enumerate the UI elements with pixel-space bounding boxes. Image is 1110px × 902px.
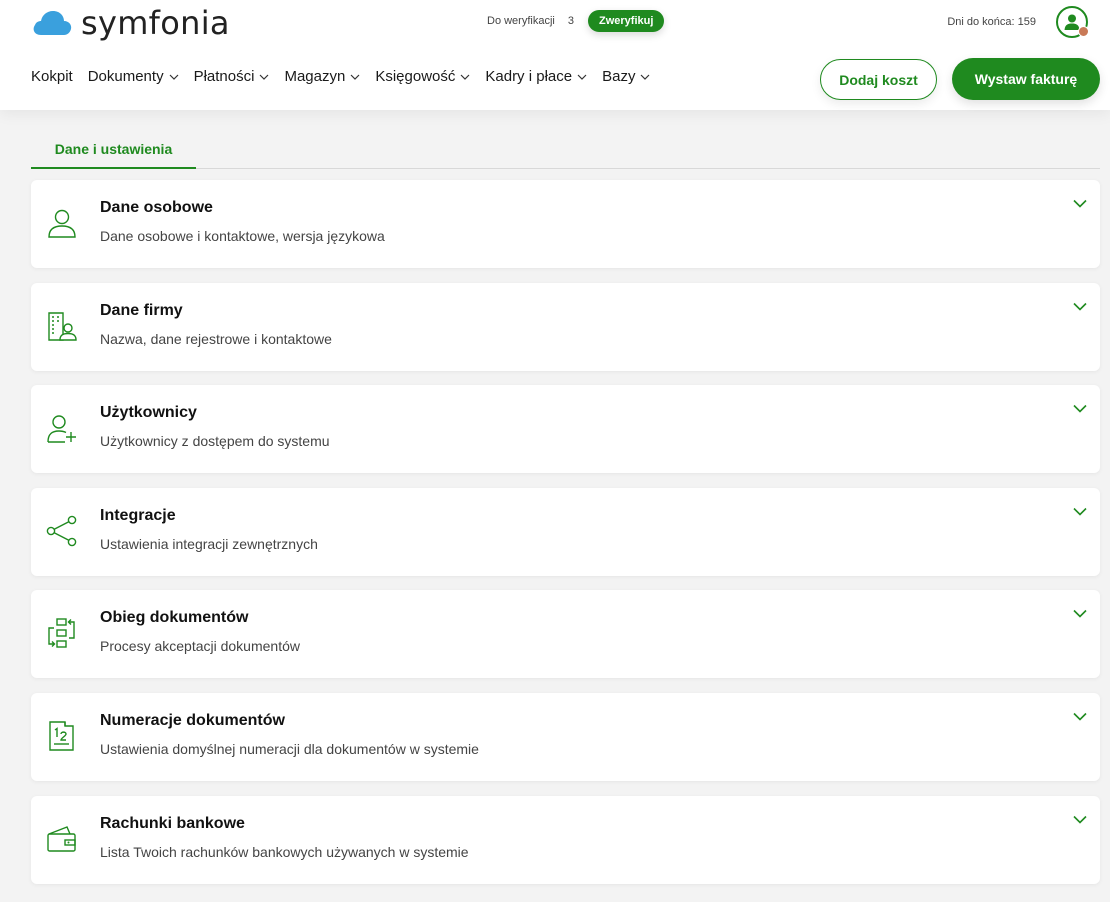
- company-icon: [48, 311, 77, 341]
- section-description: Lista Twoich rachunków bankowych używany…: [100, 843, 469, 860]
- section-uzytkownicy[interactable]: Użytkownicy Użytkownicy z dostępem do sy…: [31, 385, 1100, 474]
- section-title: Numeracje dokumentów: [100, 711, 285, 729]
- chevron-down-icon[interactable]: [1073, 712, 1087, 721]
- section-obieg-dokumentow[interactable]: Obieg dokumentów Procesy akceptacji doku…: [31, 590, 1100, 679]
- verify-button[interactable]: Zweryfikuj: [587, 10, 665, 32]
- section-title: Użytkownicy: [100, 404, 197, 422]
- chevron-down-icon: [350, 74, 360, 80]
- verification-panel: Do weryfikacji 3 Zweryfikuj: [487, 10, 665, 32]
- numbering-icon: [49, 721, 74, 751]
- nav-item-label: Kadry i płace: [485, 68, 573, 85]
- share-icon: [46, 515, 77, 547]
- nav-item-kokpit[interactable]: Kokpit: [31, 68, 73, 85]
- section-description: Ustawienia domyślnej numeracji dla dokum…: [100, 740, 479, 757]
- main-nav: Kokpit Dokumenty Płatności Magazyn Księg…: [31, 68, 665, 85]
- section-description: Użytkownicy z dostępem do systemu: [100, 433, 330, 450]
- nav-item-magazyn[interactable]: Magazyn: [284, 68, 360, 85]
- section-numeracje-dokumentow[interactable]: Numeracje dokumentów Ustawienia domyślne…: [31, 692, 1100, 781]
- nav-item-ksiegowosc[interactable]: Księgowość: [375, 68, 470, 85]
- nav-item-label: Dokumenty: [87, 68, 164, 85]
- chevron-down-icon[interactable]: [1073, 302, 1087, 311]
- chevron-down-icon[interactable]: [1073, 507, 1087, 516]
- nav-item-label: Kokpit: [31, 68, 73, 85]
- section-dane-osobowe[interactable]: Dane osobowe Dane osobowe i kontaktowe, …: [31, 180, 1100, 268]
- chevron-down-icon: [260, 74, 269, 80]
- section-description: Procesy akceptacji dokumentów: [100, 638, 300, 655]
- cloud-icon: [33, 11, 72, 35]
- section-description: Nazwa, dane rejestrowe i kontaktowe: [100, 330, 332, 347]
- chevron-down-icon[interactable]: [1073, 199, 1087, 208]
- chevron-down-icon[interactable]: [1073, 815, 1087, 824]
- wallet-icon: [47, 825, 76, 852]
- nav-item-label: Bazy: [602, 68, 636, 85]
- section-title: Dane osobowe: [100, 199, 213, 216]
- top-bar: symfonia Do weryfikacji 3 Zweryfikuj Dni…: [0, 0, 1110, 110]
- tab-bar: Dane i ustawienia: [31, 138, 1100, 169]
- nav-item-label: Płatności: [193, 68, 255, 85]
- settings-sections: Dane osobowe Dane osobowe i kontaktowe, …: [31, 180, 1100, 898]
- section-title: Integracje: [100, 506, 176, 524]
- section-description: Dane osobowe i kontaktowe, wersja języko…: [100, 228, 385, 244]
- verify-label: Do weryfikacji: [487, 15, 555, 27]
- logo[interactable]: symfonia: [31, 4, 230, 42]
- chevron-down-icon: [577, 74, 587, 80]
- chevron-down-icon: [169, 74, 179, 80]
- chevron-down-icon[interactable]: [1073, 609, 1087, 619]
- add-user-icon: [47, 415, 76, 443]
- nav-item-platnosci[interactable]: Płatności: [194, 68, 270, 85]
- tab-dane-i-ustawienia[interactable]: Dane i ustawienia: [31, 138, 196, 169]
- section-title: Obieg dokumentów: [100, 609, 249, 627]
- section-dane-firmy[interactable]: Dane firmy Nazwa, dane rejestrowe i kont…: [31, 282, 1100, 371]
- chevron-down-icon[interactable]: [1073, 404, 1087, 413]
- section-integracje[interactable]: Integracje Ustawienia integracji zewnętr…: [31, 487, 1100, 576]
- section-rachunki-bankowe[interactable]: Rachunki bankowe Lista Twoich rachunków …: [31, 795, 1100, 884]
- verify-count: 3: [567, 15, 574, 27]
- issue-invoice-button[interactable]: Wystaw fakturę: [952, 58, 1100, 100]
- chevron-down-icon: [460, 74, 470, 80]
- nav-item-label: Księgowość: [375, 68, 456, 85]
- add-cost-button[interactable]: Dodaj koszt: [820, 59, 937, 100]
- section-title: Rachunki bankowe: [100, 814, 245, 832]
- nav-item-label: Magazyn: [284, 68, 346, 85]
- nav-item-bazy[interactable]: Bazy: [602, 68, 650, 85]
- chevron-down-icon: [641, 74, 650, 80]
- brand-name: symfonia: [81, 4, 230, 42]
- avatar[interactable]: [1056, 6, 1089, 38]
- section-description: Ustawienia integracji zewnętrznych: [100, 535, 318, 552]
- person-icon: [48, 209, 76, 238]
- section-title: Dane firmy: [100, 301, 183, 319]
- days-left: Dni do końca: 159: [947, 16, 1036, 28]
- workflow-icon: [48, 618, 75, 649]
- nav-item-dokumenty[interactable]: Dokumenty: [88, 68, 179, 85]
- nav-item-kadry[interactable]: Kadry i płace: [485, 68, 587, 85]
- status-dot: [1078, 26, 1089, 37]
